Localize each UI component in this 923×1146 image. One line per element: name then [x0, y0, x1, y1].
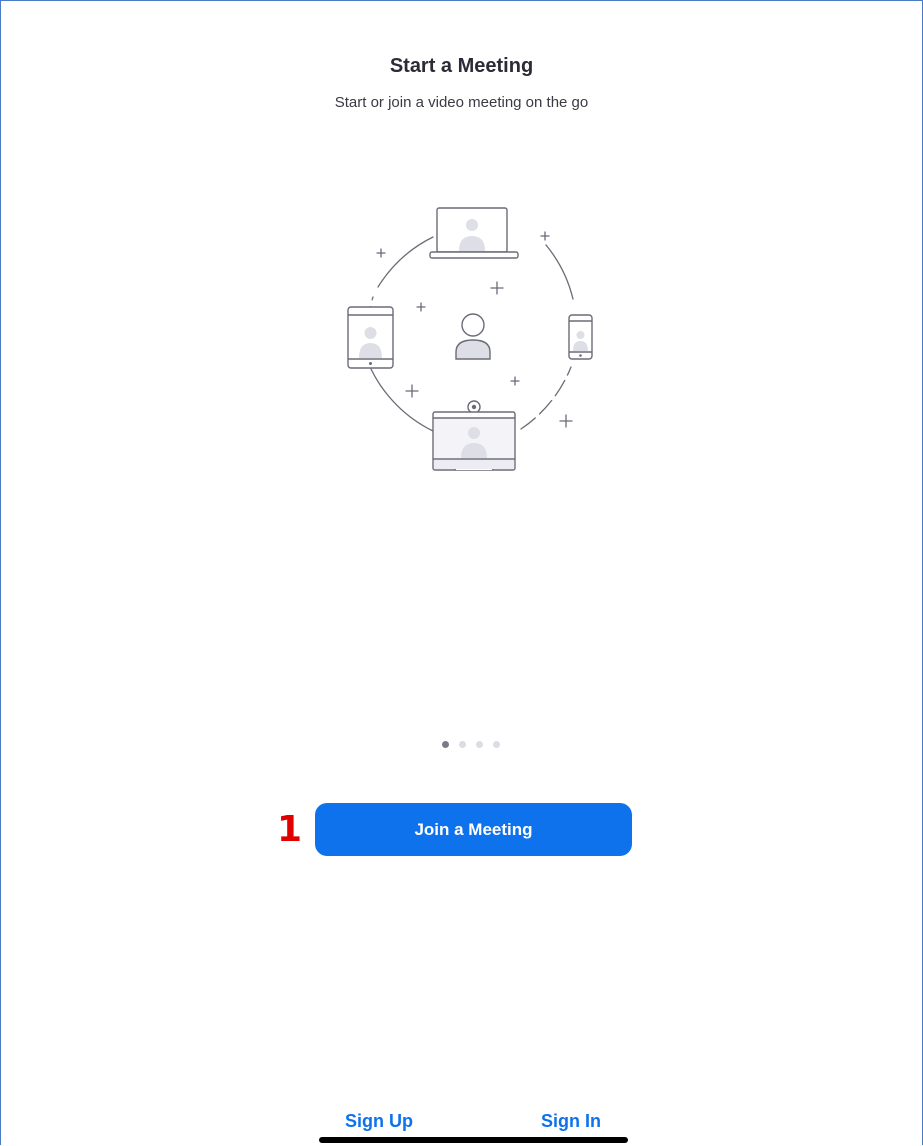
page-indicator[interactable] — [442, 741, 500, 748]
join-meeting-button[interactable]: Join a Meeting — [315, 803, 632, 856]
page-dot-1[interactable] — [442, 741, 449, 748]
page-dot-2[interactable] — [459, 741, 466, 748]
step-number-annotation: 1 — [277, 809, 303, 850]
sign-up-link[interactable]: Sign Up — [345, 1111, 413, 1132]
home-indicator[interactable] — [319, 1137, 628, 1143]
sign-in-link[interactable]: Sign In — [541, 1111, 601, 1132]
page-dot-3[interactable] — [476, 741, 483, 748]
page-dot-4[interactable] — [493, 741, 500, 748]
video-meeting-illustration-icon — [347, 207, 593, 471]
page-subtitle: Start or join a video meeting on the go — [334, 94, 589, 111]
app-screen: Start a Meeting Start or join a video me… — [0, 0, 923, 1145]
page-title: Start a Meeting — [389, 55, 534, 77]
